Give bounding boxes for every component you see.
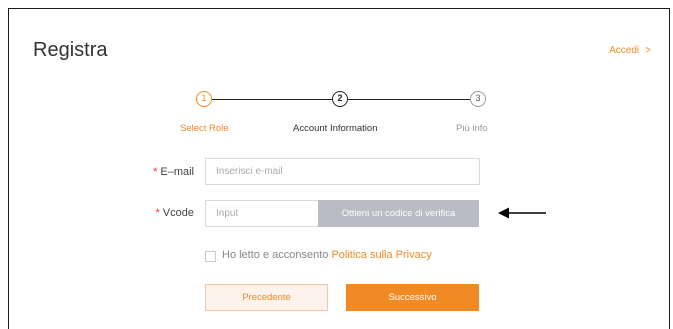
step-connector-2 [348,99,470,100]
step-2-label: Account Information [293,123,378,134]
step-3-label: Più info [456,123,488,134]
previous-button[interactable]: Precedente [205,284,328,311]
chevron-right-icon: > [645,45,651,56]
step-2-circle: 2 [332,91,348,107]
vcode-field[interactable] [205,200,319,227]
privacy-policy-link[interactable]: Politica sulla Privacy [331,249,431,261]
login-link-label: Accedi [609,45,640,56]
email-field[interactable] [205,158,480,185]
consent-checkbox[interactable] [205,251,216,262]
next-button[interactable]: Successivo [346,284,479,311]
step-1-circle: 1 [196,91,212,107]
page-title: Registra [33,39,108,61]
arrow-left-icon [498,207,546,219]
vcode-label: * Vcode [124,207,194,219]
step-connector-1 [212,99,332,100]
consent-text: Ho letto e acconsento Politica sulla Pri… [222,249,432,261]
required-mark: * [155,207,160,219]
step-3-circle: 3 [470,91,486,107]
vcode-label-text: Vcode [162,207,194,219]
consent-label: Ho letto e acconsento [222,249,329,261]
email-label: * E–mail [124,166,194,178]
login-link[interactable]: Accedi > [609,45,651,56]
step-1-label: Select Role [180,123,229,134]
send-code-button[interactable]: Ottieni un codice di verifica [318,200,479,227]
email-label-text: E–mail [160,166,194,178]
required-mark: * [153,166,158,178]
